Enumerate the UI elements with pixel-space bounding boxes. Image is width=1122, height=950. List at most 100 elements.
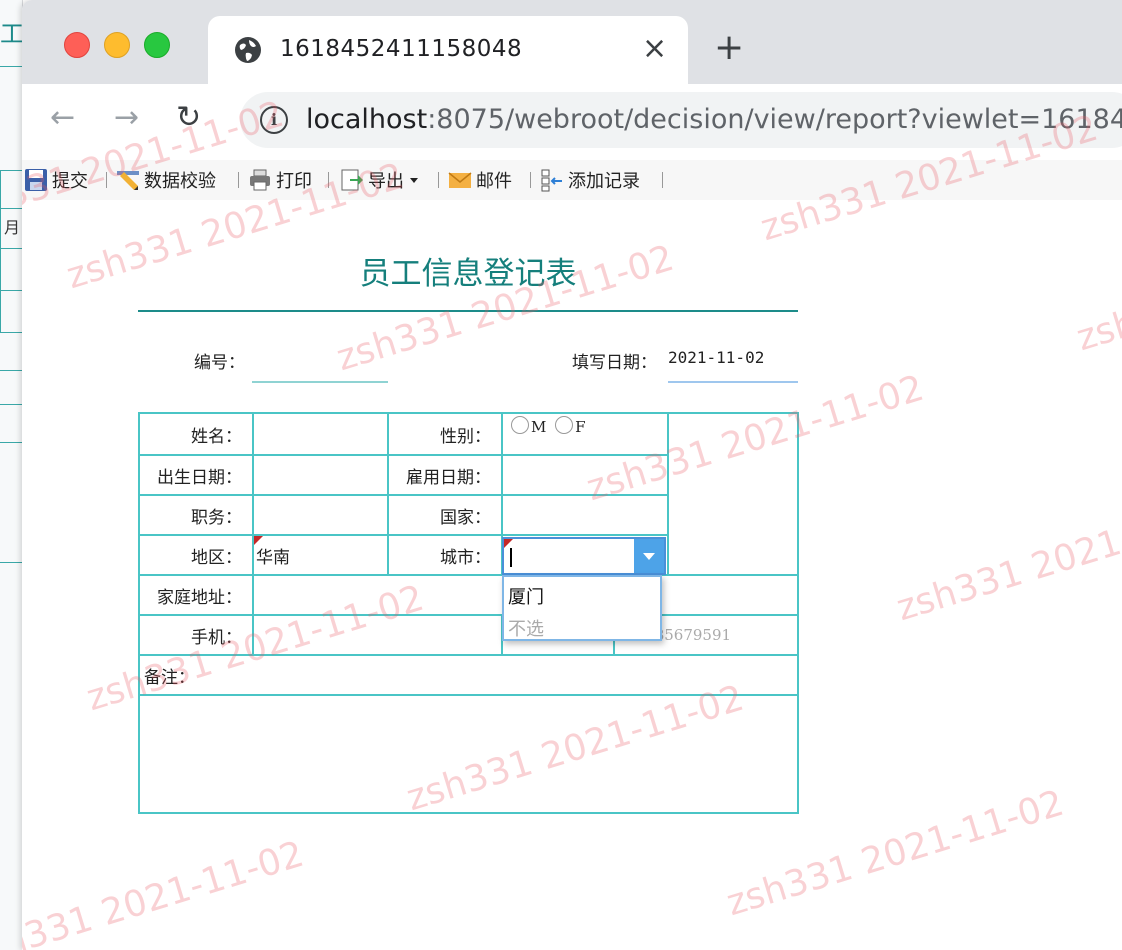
number-label: 编号：: [194, 353, 245, 373]
submit-button[interactable]: 提交: [24, 165, 88, 195]
url-path: :8075/webroot/decision/view/report?viewl…: [427, 104, 1122, 135]
tab-title: 1618452411158048: [280, 36, 523, 62]
background-window: 工 月: [0, 0, 23, 950]
gender-option-m: M: [531, 418, 547, 436]
divider: [0, 248, 22, 249]
birth-date-field[interactable]: [252, 454, 389, 496]
mobile-field[interactable]: [252, 614, 503, 656]
save-icon: [25, 169, 47, 191]
country-label: 国家：: [387, 494, 503, 536]
gender-field: M F: [501, 412, 669, 456]
gender-radio-f[interactable]: [555, 416, 574, 434]
fill-date-label: 填写日期：: [572, 353, 657, 373]
info-icon[interactable]: i: [260, 106, 288, 134]
gender-label: 性别：: [387, 412, 503, 456]
city-label: 城市：: [387, 534, 503, 576]
mail-button[interactable]: 邮件: [448, 165, 512, 195]
birth-date-label: 出生日期：: [138, 454, 254, 496]
region-field[interactable]: 华南: [252, 534, 389, 576]
toolbar-separator: [328, 172, 329, 188]
navigation-bar: ← → ↻ i localhost:8075/webroot/decision/…: [22, 84, 1122, 160]
add-record-button[interactable]: 添加记录: [540, 165, 640, 195]
gender-radio-m[interactable]: [511, 416, 529, 434]
photo-cell: [667, 412, 799, 576]
fill-date-field[interactable]: 2021-11-02: [668, 348, 764, 367]
add-record-icon: [541, 169, 562, 192]
text-cursor: [510, 548, 512, 567]
toolbar-separator: [238, 172, 239, 188]
name-field[interactable]: [252, 412, 389, 456]
browser-window: 1618452411158048 × + ← → ↻ i localhost:8…: [22, 0, 1122, 950]
divider: [0, 370, 22, 371]
fill-date-underline: [668, 381, 798, 383]
report-title: 员工信息登记表: [359, 256, 577, 292]
divider: [0, 332, 22, 333]
employee-form-table: 姓名： 性别： M F 出生日期： 雇用日期： 职务： 国家： 地区： 华南 城…: [138, 412, 799, 814]
minimize-window-button[interactable]: [104, 32, 130, 58]
hire-date-label: 雇用日期：: [387, 454, 503, 496]
divider: [0, 170, 1, 332]
job-label: 职务：: [138, 494, 254, 536]
validate-button[interactable]: 数据校验: [116, 165, 216, 195]
notes-label: 备注：: [138, 654, 799, 696]
address-label: 家庭地址：: [138, 574, 254, 616]
mobile-label: 手机：: [138, 614, 254, 656]
reload-button[interactable]: ↻: [176, 98, 201, 138]
tab-bar: 1618452411158048 × +: [22, 0, 1122, 84]
toolbar-separator: [438, 172, 439, 188]
printer-icon: [250, 169, 270, 191]
report-page: 员工信息登记表 编号： 填写日期： 2021-11-02 姓名： 性别： M F: [22, 200, 1122, 950]
city-option[interactable]: 厦门: [508, 583, 544, 609]
new-tab-button[interactable]: +: [714, 28, 744, 68]
toolbar-separator: [530, 172, 531, 188]
gender-option-f: F: [575, 418, 586, 436]
notes-field[interactable]: [138, 694, 799, 814]
region-value: 华南: [256, 547, 290, 568]
country-field[interactable]: [501, 494, 669, 536]
pencil-ruler-icon: [117, 171, 139, 190]
divider: [0, 290, 22, 291]
close-window-button[interactable]: [64, 32, 90, 58]
url-host: localhost: [306, 104, 428, 135]
number-field[interactable]: [252, 381, 388, 383]
city-combobox[interactable]: [502, 537, 666, 575]
close-tab-icon[interactable]: ×: [642, 32, 667, 66]
globe-icon: [235, 37, 261, 63]
validate-label: 数据校验: [144, 171, 216, 192]
export-icon: [341, 169, 363, 191]
back-button[interactable]: ←: [50, 98, 75, 138]
divider: [0, 66, 22, 67]
dropdown-arrow-icon[interactable]: [634, 539, 664, 573]
edited-flag: [504, 539, 513, 548]
divider: [0, 404, 22, 405]
report-toolbar: 提交 数据校验 打印 导出 邮件 添加记录: [22, 160, 1122, 201]
divider: [0, 208, 22, 209]
address-bar[interactable]: i localhost:8075/webroot/decision/view/r…: [240, 92, 1122, 148]
submit-label: 提交: [52, 171, 88, 192]
add-record-label: 添加记录: [568, 171, 640, 192]
edited-flag: [254, 536, 263, 545]
export-label: 导出: [368, 171, 404, 192]
hire-date-field[interactable]: [501, 454, 669, 496]
mail-icon: [448, 172, 472, 188]
divider: [0, 170, 22, 171]
name-label: 姓名：: [138, 412, 254, 456]
forward-button[interactable]: →: [114, 98, 139, 138]
region-label: 地区：: [138, 534, 254, 576]
background-cell-text: 月: [4, 218, 21, 237]
browser-tab[interactable]: 1618452411158048 ×: [208, 16, 688, 84]
divider: [0, 562, 22, 563]
export-button[interactable]: 导出: [340, 165, 418, 195]
city-option-none[interactable]: 不选: [508, 615, 544, 641]
divider: [0, 442, 22, 443]
background-window-title: 工: [0, 20, 22, 48]
toolbar-separator: [662, 172, 663, 188]
print-button[interactable]: 打印: [248, 165, 312, 195]
maximize-window-button[interactable]: [144, 32, 170, 58]
job-field[interactable]: [252, 494, 389, 536]
url-text[interactable]: localhost:8075/webroot/decision/view/rep…: [306, 104, 1122, 135]
print-label: 打印: [276, 171, 312, 192]
city-dropdown-list: 厦门 不选: [502, 575, 662, 641]
title-underline: [138, 310, 798, 312]
toolbar-separator: [106, 172, 107, 188]
